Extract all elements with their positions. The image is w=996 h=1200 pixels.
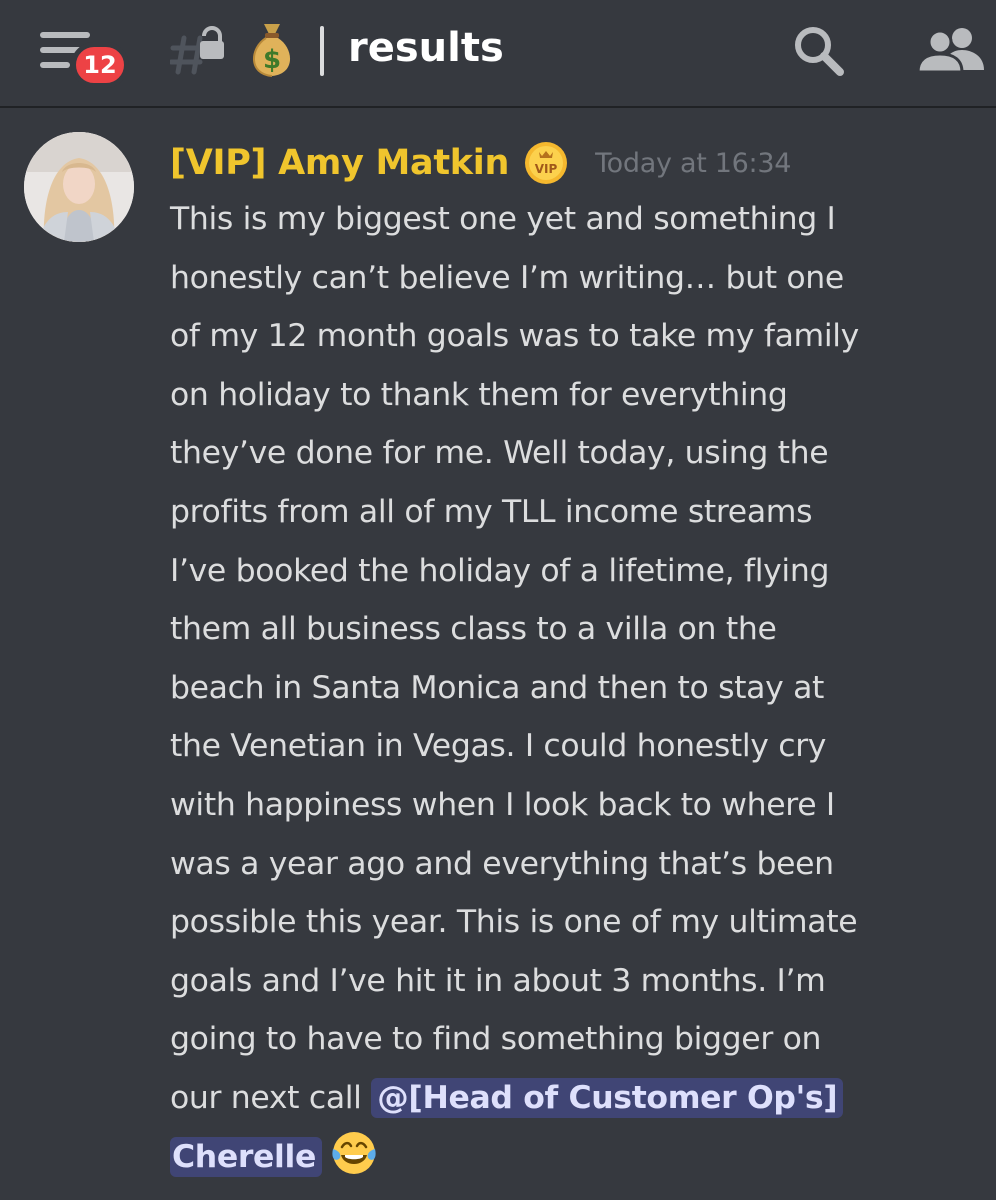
chat-message: [VIP] Amy Matkin VIP Today at 16:34 This… bbox=[0, 110, 996, 1200]
user-mention[interactable]: @[Head of Customer Op's] bbox=[371, 1077, 844, 1118]
message-line-text: our next call bbox=[170, 1079, 372, 1116]
author-name[interactable]: [VIP] Amy Matkin bbox=[170, 143, 509, 183]
avatar[interactable] bbox=[24, 132, 134, 242]
message-line: profits from all of my TLL income stream… bbox=[170, 493, 813, 530]
message-line: of my 12 month goals was to take my fami… bbox=[170, 318, 859, 355]
message-line: on holiday to thank them for everything bbox=[170, 376, 788, 413]
svg-text:$: $ bbox=[263, 45, 281, 75]
avatar-photo bbox=[24, 132, 134, 242]
menu-icon-bar bbox=[40, 32, 90, 38]
members-icon[interactable] bbox=[918, 24, 988, 76]
channel-header: 12 $ results bbox=[0, 0, 996, 108]
message-line: the Venetian in Vegas. I could honestly … bbox=[170, 728, 827, 765]
vip-badge-icon: VIP bbox=[525, 142, 568, 184]
message-line: going to have to find something bigger o… bbox=[170, 1021, 822, 1058]
message-line: with happiness when I look back to where… bbox=[170, 786, 835, 823]
notification-badge: 12 bbox=[71, 42, 129, 88]
message-line: beach in Santa Monica and then to stay a… bbox=[170, 669, 825, 706]
menu-icon-bar bbox=[40, 62, 70, 68]
money-bag-icon: $ bbox=[253, 24, 291, 77]
channel-title: results bbox=[348, 25, 504, 71]
message-line: was a year ago and everything that’s bee… bbox=[170, 845, 834, 882]
message-line: they’ve done for me. Well today, using t… bbox=[170, 435, 829, 472]
vip-badge-label: VIP bbox=[535, 162, 558, 176]
hashtag-lock-icon bbox=[170, 26, 224, 75]
message-line: honestly can’t believe I’m writing… but … bbox=[170, 259, 844, 296]
message-line: I’ve booked the holiday of a lifetime, f… bbox=[170, 552, 830, 589]
face-with-tears-of-joy-icon bbox=[332, 1131, 376, 1174]
message-line: them all business class to a villa on th… bbox=[170, 611, 777, 648]
search-icon[interactable] bbox=[790, 24, 848, 76]
user-mention-name[interactable]: Cherelle bbox=[170, 1136, 322, 1177]
message-line: possible this year. This is one of my ul… bbox=[170, 904, 858, 941]
message-header: [VIP] Amy Matkin VIP Today at 16:34 bbox=[170, 136, 791, 190]
message-line: This is my biggest one yet and something… bbox=[170, 201, 836, 237]
message-timestamp: Today at 16:34 bbox=[595, 147, 792, 179]
title-separator bbox=[320, 26, 324, 76]
message-line: goals and I’ve hit it in about 3 months.… bbox=[170, 962, 826, 999]
message-content: This is my biggest one yet and something… bbox=[170, 190, 996, 1186]
message-line-mention-end: Cherelle bbox=[170, 1128, 996, 1187]
message-line-mention: our next call @[Head of Customer Op's] bbox=[170, 1069, 996, 1128]
